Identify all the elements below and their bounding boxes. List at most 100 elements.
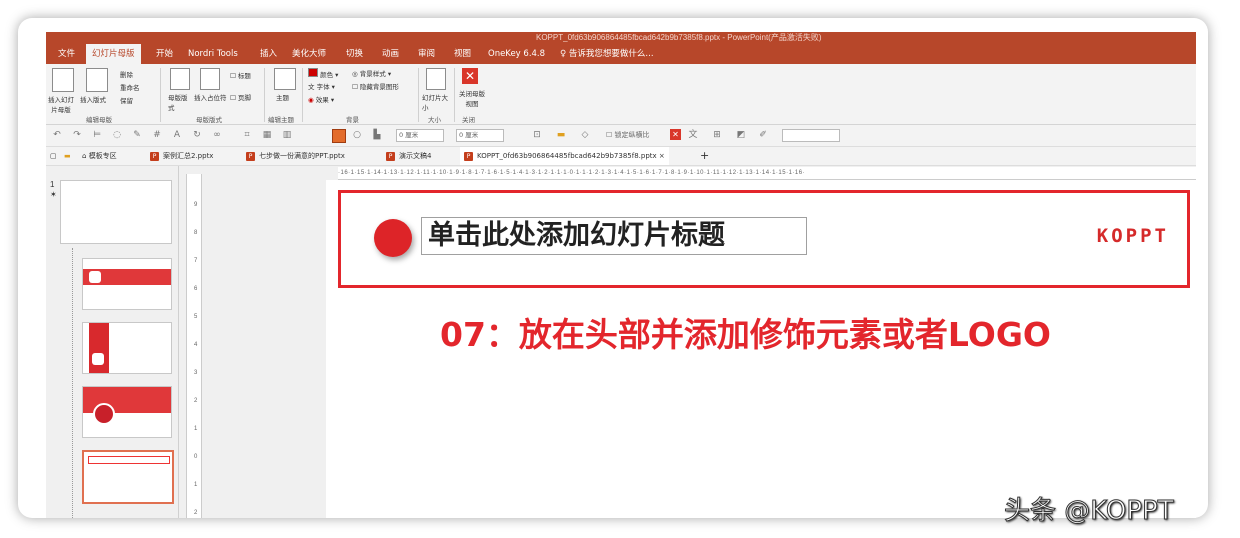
theme-icon[interactable] [274,68,296,90]
line-color-icon[interactable]: ▙ [372,129,382,141]
tab-insert[interactable]: 插入 [260,44,277,64]
new-doc-icon[interactable]: ▢ [50,147,57,165]
ribbon-separator [418,68,419,122]
format-icon[interactable]: ◩ [736,129,746,141]
ribbon-separator [302,68,303,122]
tab-onekey[interactable]: OneKey 6.4.8 [488,44,545,64]
doc-tab-presentation4[interactable]: P 演示文稿4 [386,147,431,165]
close-master-icon[interactable]: ✕ [462,68,478,84]
slide-number: 1 [50,180,55,189]
thumbnail-connector [72,248,74,518]
fonts-button[interactable]: 文 字体 ▾ [308,81,335,91]
watermark: 头条 @KOPPT [1004,496,1175,527]
thumbnail-layout-2[interactable] [82,322,172,374]
group-icon[interactable]: ⊞ [712,129,722,141]
insert-master-button[interactable]: 插入幻灯片母版 [46,94,76,114]
colors-button[interactable]: 颜色 ▾ [308,68,338,79]
insert-master-icon[interactable] [52,68,74,92]
doc-tab-template[interactable]: ⌂ 模板专区 [82,147,117,165]
lock-ratio-checkbox[interactable]: ☐ 锁定纵横比 [606,129,650,141]
close-tab-icon[interactable]: × [659,152,665,160]
group-label-background: 背景 [346,116,359,124]
text-icon[interactable]: 文 [688,129,698,141]
thumbnail-master[interactable] [60,180,172,244]
tab-slide-master[interactable]: 幻灯片母版 [86,44,141,64]
footer-checkbox[interactable]: ☐ 页脚 [230,92,251,102]
shape-icon[interactable]: ◌ [112,129,122,141]
redo-icon[interactable]: ↷ [72,129,82,141]
outline-icon[interactable]: ○ [352,129,362,141]
vruler-tick: 4 [194,342,198,348]
new-tab-button[interactable]: + [700,147,709,165]
doc-tab-label: 七步做一份满意的PPT.pptx [259,152,345,160]
insert-layout-button[interactable]: 插入版式 [80,94,106,104]
tab-transitions[interactable]: 切换 [346,44,363,64]
preserve-button[interactable]: 保留 [120,95,133,105]
thumbnail-layout-3[interactable] [82,386,172,438]
ribbon-tabs: 文件 幻灯片母版 开始 Nordri Tools 插入 美化大师 切换 动画 审… [46,44,1196,64]
master-layout-button[interactable]: 母版版式 [168,92,190,112]
slide-canvas[interactable]: 单击此处添加幻灯片标题 KOPPT 07：放在头部并添加修饰元素或者LOGO [326,180,1196,518]
rotate-icon[interactable]: ↻ [192,129,202,141]
grid-icon[interactable]: # [152,129,162,141]
crop-icon[interactable]: ⌗ [242,129,252,141]
doc-tab-case-summary[interactable]: P 案例汇总2.pptx [150,147,213,165]
thumbnail-layout-1[interactable] [82,258,172,310]
select-icon[interactable]: ⊡ [532,129,542,141]
doc-tab-koppt[interactable]: P KOPPT_0fd63b906864485fbcad642b9b7385f8.… [460,147,669,165]
pen-icon[interactable]: ✎ [132,129,142,141]
group-label-master-layout: 母版版式 [196,116,222,124]
link-icon[interactable]: ∞ [212,129,222,141]
tab-home[interactable]: 开始 [156,44,173,64]
width-input[interactable]: 0 厘米 [396,129,444,142]
font-size-icon[interactable]: A [172,129,182,141]
bg-styles-button[interactable]: ◎ 背景样式 ▾ [352,68,391,78]
tab-view[interactable]: 视图 [454,44,471,64]
footer-checkbox-label: 页脚 [237,94,251,102]
rename-button[interactable]: 重命名 [120,82,140,92]
title-checkbox[interactable]: ☐ 标题 [230,70,251,80]
undo-icon[interactable]: ↶ [52,129,62,141]
insert-placeholder-icon[interactable] [200,68,220,90]
close-master-view-button[interactable]: 关闭母版视图 [456,88,488,108]
brush-icon[interactable]: ✐ [758,129,768,141]
insert-placeholder-button[interactable]: 插入占位符 [194,92,234,102]
thumbnail-header-box [88,456,170,464]
slide-size-icon[interactable] [426,68,446,90]
delete-button[interactable]: 删除 [120,69,133,79]
align-icon[interactable]: ⊨ [92,129,102,141]
ribbon-separator [454,68,455,122]
home-icon: ⌂ [82,152,87,160]
slide-size-button[interactable]: 幻灯片大小 [422,92,450,112]
chart-icon[interactable]: ▥ [282,129,292,141]
ppt-icon: P [464,151,473,161]
koppt-logo: KOPPT [1096,225,1169,247]
tell-me-search[interactable]: ♀ 告诉我您想要做什么... [560,44,654,64]
lock-ratio-label: 锁定纵横比 [614,131,650,139]
tab-beautify[interactable]: 美化大师 [292,44,326,64]
fill-color-icon[interactable] [332,129,346,143]
tab-nordri-tools[interactable]: Nordri Tools [188,44,238,64]
eraser-icon[interactable]: ◇ [580,129,590,141]
height-input[interactable]: 0 厘米 [456,129,504,142]
tab-animations[interactable]: 动画 [382,44,399,64]
slide-header-box: 单击此处添加幻灯片标题 KOPPT [338,190,1190,288]
doc-tab-seven-steps[interactable]: P 七步做一份满意的PPT.pptx [246,147,345,165]
table-icon[interactable]: ▦ [262,129,272,141]
tab-review[interactable]: 审阅 [418,44,435,64]
color-picker-box[interactable] [782,129,840,142]
folder-icon[interactable]: ▬ [556,129,566,141]
hide-bg-checkbox[interactable]: ☐ 隐藏背景图形 [352,81,399,91]
insert-layout-icon[interactable] [86,68,108,92]
slide-title-placeholder[interactable]: 单击此处添加幻灯片标题 [421,217,807,255]
theme-button[interactable]: 主题 [276,92,289,102]
tab-file[interactable]: 文件 [58,44,75,64]
effects-button[interactable]: ◉ 效果 ▾ [308,94,334,104]
delete-icon[interactable]: ✕ [670,129,681,140]
open-folder-icon[interactable]: ▬ [64,147,71,165]
master-layout-icon[interactable] [170,68,190,90]
thumbnail-logo-mark [92,353,104,365]
window-title: KOPPT_0fd63b906864485fbcad642b9b7385f8.p… [536,33,822,42]
thumbnail-layout-4-selected[interactable] [82,450,174,504]
document-tabs: ▢ ▬ ⌂ 模板专区 P 案例汇总2.pptx P 七步做一份满意的PPT.pptx… [46,147,1196,166]
